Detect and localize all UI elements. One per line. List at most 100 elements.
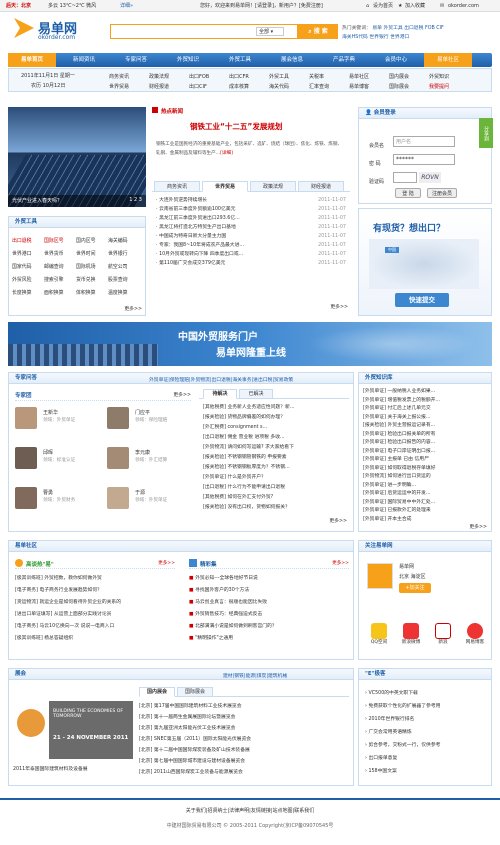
list-item[interactable]: [外贸单证] 如何取得退税存单填好 xyxy=(363,464,489,473)
expert-card[interactable]: 门应平 领域：保险理赔 xyxy=(107,407,197,445)
list-item[interactable]: [外贸物流] 如何进行出口货运的 xyxy=(363,472,489,481)
tool-link[interactable]: 出口退税 xyxy=(12,235,44,248)
list-item[interactable]: · 中国成为特奇日新大分量主力国 2011-11-07 xyxy=(156,232,346,241)
list-item[interactable]: [报关检验] 没有出口权，货物如何报关？ xyxy=(203,503,351,513)
hot-keyword[interactable]: 世界港口 xyxy=(390,35,409,40)
footer-link[interactable]: 招贤纳士 xyxy=(207,808,227,814)
share-side-tab[interactable]: 分享到 xyxy=(479,118,493,148)
netease-link[interactable]: 网易博客 xyxy=(461,623,489,645)
tab-international-expo[interactable]: 国际展会 xyxy=(177,687,213,697)
tool-link[interactable]: 货币兑换 xyxy=(76,274,108,287)
list-item[interactable]: › 免费获取个性化的扩展器了参考用 xyxy=(365,700,489,713)
list-item[interactable]: [极其训练班] 杨总答疑组织 xyxy=(15,633,175,645)
sina-weibo-link[interactable]: 新浪微博 xyxy=(397,623,425,645)
portal-banner[interactable]: 中国外贸服务门户 易单网隆重上线 xyxy=(8,322,492,366)
nav-news[interactable]: 新闻资讯 xyxy=(60,53,108,67)
category-link[interactable]: 能源 xyxy=(245,674,255,679)
hot-talk-more[interactable]: 更多>> xyxy=(158,560,175,566)
hot-keyword[interactable]: CIF xyxy=(436,26,444,31)
home-icon[interactable]: ⌂ xyxy=(366,0,369,12)
qzone-link[interactable]: QQ空间 xyxy=(365,623,393,645)
category-link[interactable]: 保险理赔 xyxy=(170,378,189,383)
list-item[interactable]: · 10月外贸或现转向下降 四季度出口或... 2011-11-07 xyxy=(156,250,346,259)
sub-nav-link[interactable]: 海关代码 xyxy=(269,82,309,92)
category-link[interactable]: 煤炭 xyxy=(257,674,267,679)
list-item[interactable]: · 第110届广交会成交379亿美元 2011-11-07 xyxy=(156,259,346,268)
search-scope-select[interactable]: 全部 ▾ xyxy=(256,27,284,36)
expo-caption[interactable]: 2011年泰国国际建筑材料及设备展 xyxy=(13,765,88,772)
list-item[interactable]: [外贸单证] 后货运运中的开发... xyxy=(363,489,489,498)
list-item[interactable]: [外贸物流] 请问如何写运输? 求大家给看下 xyxy=(203,443,351,453)
nav-community[interactable]: 易单社区 xyxy=(424,53,472,67)
list-item[interactable]: [外贸单证] 进一步明确... xyxy=(363,481,489,490)
list-item[interactable]: › 2010年世界银行排名 xyxy=(365,713,489,726)
list-item[interactable]: [北京] 第17届中国国际建筑材料工业技术展览会 xyxy=(139,701,349,712)
follow-button[interactable]: +加关注 xyxy=(399,583,431,593)
register-button[interactable]: 注册会员 xyxy=(427,188,457,198)
hot-keyword[interactable]: 易单 xyxy=(372,26,382,31)
list-item[interactable]: [外贸单证] 开本主合成 xyxy=(363,515,489,524)
quick-submit-button[interactable]: 快速提交 xyxy=(395,293,449,307)
list-item[interactable]: › 158中国文案 xyxy=(365,765,489,778)
nav-expert[interactable]: 专家问答 xyxy=(112,53,160,67)
list-item[interactable]: [出口退税] 什么行为不能申请出口退税 xyxy=(203,483,351,493)
list-item[interactable]: ■ 马云创业真言：很顺也能因比失败 xyxy=(189,597,349,609)
site-logo[interactable]: 易单网 okorder.com xyxy=(14,16,84,44)
category-link[interactable]: 贸易政策 xyxy=(274,378,293,383)
feature-banner[interactable]: 光伏产业进入春天吗？ 1 2 3 xyxy=(8,107,146,207)
footer-link[interactable]: 站点地图 xyxy=(273,808,293,814)
tool-link[interactable]: 国内区号 xyxy=(76,235,108,248)
list-item[interactable]: [货运物流] 就运企业是如何看待外贸企业的关系的 xyxy=(15,597,175,609)
expo-poster[interactable]: BUILDING THE ECONOMIES OF TOMORROW 21 - … xyxy=(13,701,133,759)
highlights-more[interactable]: 更多>> xyxy=(332,560,349,566)
list-item[interactable]: [极其训练班] 外贸招数，教你如何做外贸 xyxy=(15,573,175,585)
list-item[interactable]: [北京] SNEC第五届（2011）国际太阳能光伏展览会 xyxy=(139,734,349,745)
list-item[interactable]: · 黑龙江前三季度外贸进出口293.6亿... 2011-11-07 xyxy=(156,214,346,223)
news-headline[interactable]: 钢铁工业“十二五”发展规划 xyxy=(190,121,282,132)
list-item[interactable]: [外贸单证] 检验出口报关单的所有 xyxy=(363,430,489,439)
list-item[interactable]: [电子商务] 电子商务行业发展趋势如何？ xyxy=(15,585,175,597)
list-item[interactable]: [电子商务] 马云10亿换向一次 说说一电商入口 xyxy=(15,621,175,633)
tool-link[interactable]: 外贸风险 xyxy=(12,274,44,287)
hot-keyword[interactable]: 海关HS代码 xyxy=(342,35,368,40)
list-item[interactable]: [外贸单证] 国际贸易中中外汇处... xyxy=(363,498,489,507)
tab-unsolved[interactable]: 待解决 xyxy=(203,389,237,399)
list-item[interactable]: [报关检验] 不锈钢钢管钢铁的 申报要素 xyxy=(203,453,351,463)
tab-policy[interactable]: 政策法规 xyxy=(250,181,296,192)
tool-link[interactable]: 世界银行 xyxy=(108,248,140,261)
list-item[interactable]: [报关检验] 货物品牌偏差的如何办理？ xyxy=(203,413,351,423)
expert-card[interactable]: 于源 领域：外贸单证 xyxy=(107,487,197,525)
tool-link[interactable]: 世界港口 xyxy=(12,248,44,261)
list-item[interactable]: › VC500的中英文职下载 xyxy=(365,687,489,700)
footer-link[interactable]: 法律声明 xyxy=(229,808,249,814)
set-home-link[interactable]: 设为首页 xyxy=(373,0,393,12)
category-link[interactable]: 建材 xyxy=(223,674,233,679)
list-item[interactable]: [北京] 第十二届中国国际煤炭装备及矿山技术装备展 xyxy=(139,745,349,756)
footer-link[interactable]: 友情链接 xyxy=(251,808,271,814)
tool-link[interactable]: 面积换算 xyxy=(44,287,76,300)
tool-link[interactable]: 国家代码 xyxy=(12,261,44,274)
tool-link[interactable]: 航空公司 xyxy=(108,261,140,274)
list-item[interactable]: [北京] 第十一届两生金属展国际论坛暨展览会 xyxy=(139,712,349,723)
list-item[interactable]: [外贸单证] 付汇后上述几单元交 xyxy=(363,404,489,413)
tab-world-trade[interactable]: 世界贸易 xyxy=(202,181,248,192)
sub-nav-link[interactable]: 出口FOB xyxy=(189,72,229,82)
category-link[interactable]: 建筑机械 xyxy=(268,674,287,679)
sub-nav-link[interactable]: 关税率 xyxy=(309,72,349,82)
expert-card[interactable]: 曹勇 领域：外贸财务 xyxy=(15,487,105,525)
tool-link[interactable]: 股票查询 xyxy=(108,274,140,287)
list-item[interactable]: ■ 北部满满小说是如何做到刷客宫门的？ xyxy=(189,621,349,633)
nav-dictionary[interactable]: 产品字典 xyxy=(320,53,368,67)
list-item[interactable]: [北京] 第七届中国国际城市建设与建材设备展览会 xyxy=(139,756,349,767)
sub-nav-link[interactable]: 出口CFR xyxy=(229,72,269,82)
list-item[interactable]: [北京] 2011山西国际煤炭工业装备与能源展览会 xyxy=(139,767,349,778)
category-link[interactable]: 进出口税 xyxy=(253,378,272,383)
expert-card[interactable]: 李元康 领域：外汇结算 xyxy=(107,447,197,485)
tool-link[interactable]: 温度换算 xyxy=(108,287,140,300)
hot-keyword[interactable]: 外贸工具 xyxy=(383,26,402,31)
list-item[interactable]: [外贸单证] 电子口岸证明出口报... xyxy=(363,447,489,456)
list-item[interactable]: ■ 外贸销售技巧：经典强迫式反击 xyxy=(189,609,349,621)
tool-link[interactable]: 国际区号 xyxy=(44,235,76,248)
hot-keyword[interactable]: 世界银行 xyxy=(369,35,388,40)
footer-link[interactable]: 关于我们 xyxy=(186,808,206,814)
